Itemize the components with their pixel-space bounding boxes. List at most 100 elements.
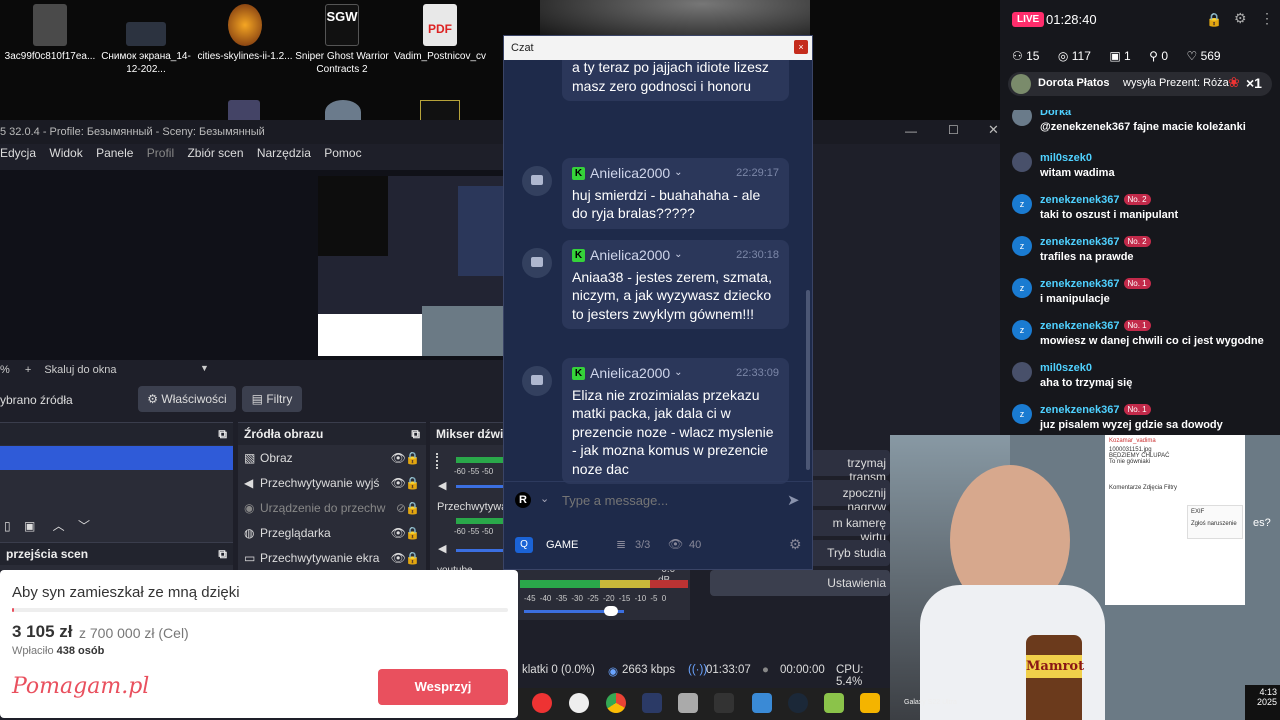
- chevron-down-icon[interactable]: ⌄: [674, 164, 682, 183]
- popout-icon[interactable]: ⧉: [411, 427, 420, 442]
- gift-count: ×1: [1246, 75, 1262, 91]
- up-arrow-icon[interactable]: ︿: [53, 519, 65, 533]
- message-user[interactable]: Anielica2000: [590, 364, 670, 383]
- speaker-icon[interactable]: ◀: [438, 542, 446, 555]
- source-item[interactable]: ◉ Urządzenie do przechw ⊘ 🔒: [238, 495, 426, 520]
- minimize-icon[interactable]: —: [905, 124, 917, 138]
- photos-icon[interactable]: [752, 693, 772, 713]
- source-item[interactable]: ▭ Przechwytywanie ekra 👁 🔒: [238, 545, 426, 570]
- chevron-down-icon[interactable]: ⌄: [674, 246, 682, 265]
- gear-icon[interactable]: ⚙: [1234, 10, 1247, 27]
- obs-preview[interactable]: [0, 170, 505, 360]
- properties-button[interactable]: ⚙ Właściwości: [138, 386, 236, 412]
- source-item[interactable]: ◍ Przeglądarka 👁 🔒: [238, 520, 426, 545]
- lock-icon[interactable]: 🔒: [405, 451, 420, 465]
- lock-icon[interactable]: 🔒: [1206, 12, 1222, 28]
- studio-mode-button[interactable]: Tryb studia: [810, 540, 890, 566]
- app-icon[interactable]: [714, 693, 734, 713]
- desktop-icon-sgw[interactable]: SGW Sniper Ghost Warrior Contracts 2: [292, 4, 392, 76]
- desktop-icon-pdf[interactable]: PDF Vadim_Postnicov_cv: [390, 4, 490, 63]
- source-item[interactable]: ▧ Obraz 👁 🔒: [238, 445, 426, 470]
- lock-icon[interactable]: 🔒: [405, 501, 420, 515]
- donation-count: Wpłaciło 438 osób: [12, 645, 105, 657]
- close-icon[interactable]: ✕: [988, 122, 999, 138]
- scene-icon[interactable]: ▯: [4, 519, 11, 533]
- lock-icon[interactable]: 🔒: [405, 476, 420, 490]
- scene-filter-icon[interactable]: ▣: [24, 519, 35, 533]
- app-icon[interactable]: [678, 693, 698, 713]
- message-user[interactable]: Anielica2000: [590, 246, 670, 265]
- app-icon[interactable]: [642, 693, 662, 713]
- app-icon[interactable]: [532, 693, 552, 713]
- chevron-down-icon[interactable]: ▼: [200, 363, 209, 373]
- steam-icon[interactable]: [788, 693, 808, 713]
- comment-text: i manipulacje: [1040, 293, 1110, 305]
- avatar[interactable]: [522, 248, 552, 278]
- menu-widok[interactable]: Widok: [49, 146, 82, 160]
- gear-icon[interactable]: ⚙: [789, 536, 802, 553]
- taskbar-clock[interactable]: 4:13 2025: [1245, 685, 1280, 720]
- settings-button[interactable]: Ustawienia: [710, 570, 890, 596]
- menu-narzedzia[interactable]: Narzędzia: [257, 146, 311, 160]
- eye-icon: 👁: [668, 537, 684, 551]
- lock-icon[interactable]: 🔒: [405, 526, 420, 540]
- chat-input[interactable]: [562, 488, 772, 512]
- app-icon[interactable]: [569, 693, 589, 713]
- eye-icon[interactable]: 👁: [391, 526, 406, 540]
- eye-icon[interactable]: 👁: [391, 476, 406, 490]
- scene-item-selected[interactable]: [0, 446, 233, 470]
- scrollbar[interactable]: [806, 290, 810, 470]
- scenes-panel: ⧉ ▯ ▣ ︿ ﹀: [0, 422, 233, 542]
- avatar[interactable]: [522, 366, 552, 396]
- virtual-camera-button[interactable]: m kamerę wirtu: [810, 510, 890, 544]
- more-icon[interactable]: [436, 453, 440, 469]
- r-logo-icon[interactable]: R: [515, 492, 531, 508]
- popout-icon[interactable]: ⧉: [218, 547, 227, 562]
- support-button[interactable]: Wesprzyj: [378, 669, 508, 705]
- comment-item: z zenekzenek367 No. 1 i manipulacje: [1012, 278, 1276, 305]
- volume-slider-handle[interactable]: [604, 606, 618, 616]
- more-icon[interactable]: ⋮: [1260, 10, 1274, 27]
- camera-icon: ◉: [244, 501, 255, 515]
- eye-icon[interactable]: 👁: [391, 451, 406, 465]
- source-item[interactable]: ◀ Przechwytywanie wyjś 👁 🔒: [238, 470, 426, 495]
- comments-list[interactable]: Dorka @zenekzenek367 fajne macie koleżank…: [1000, 110, 1280, 435]
- chevron-down-icon[interactable]: ⌄: [540, 492, 549, 505]
- chrome-icon[interactable]: [606, 693, 626, 713]
- desktop-icon-cities[interactable]: cities-skylines-ii-1.2...: [195, 4, 295, 63]
- phone-menu: EXIF Zgłoś naruszenie: [1187, 505, 1243, 539]
- comment-body: zenekzenek367 No. 1 juz pisalem wyzej gdzi…: [1012, 404, 1276, 431]
- down-arrow-icon[interactable]: ﹀: [78, 519, 90, 533]
- close-button[interactable]: ×: [794, 40, 808, 54]
- send-icon[interactable]: ➤: [787, 491, 800, 509]
- eye-icon[interactable]: 👁: [391, 551, 406, 565]
- menu-zbior-scen[interactable]: Zbiór scen: [187, 146, 243, 160]
- menu-pomoc[interactable]: Pomoc: [324, 146, 361, 160]
- record-icon: ●: [762, 664, 769, 676]
- menu-profil[interactable]: Profil: [147, 146, 174, 160]
- app-icon[interactable]: [860, 693, 880, 713]
- menu-panele[interactable]: Panele: [96, 146, 133, 160]
- popout-icon[interactable]: ⧉: [218, 427, 227, 442]
- stop-stream-button[interactable]: trzymaj transm: [810, 450, 890, 484]
- desktop-icon-screenshot[interactable]: Снимок экрана_14-12-202...: [96, 4, 196, 76]
- plus-icon[interactable]: +: [25, 364, 31, 376]
- message-time: 22:30:18: [736, 249, 779, 261]
- speaker-icon[interactable]: ◀: [438, 479, 446, 492]
- message-user[interactable]: Anielica2000: [590, 164, 670, 183]
- start-recording-button[interactable]: zpocznij nagryw: [810, 480, 890, 514]
- pomagam-logo[interactable]: Pomagam.pl: [12, 674, 149, 699]
- chat-messages[interactable]: a ty teraz po jajjach idiote lizesz masz…: [504, 60, 812, 500]
- avatar[interactable]: [522, 166, 552, 196]
- watermark: Galaxy S22 Ultra: [904, 699, 957, 706]
- menu-edycja[interactable]: Edycja: [0, 146, 36, 160]
- status-bitrate: 2663 kbps: [622, 664, 676, 676]
- box-stat: ▣ 1: [1109, 49, 1131, 63]
- app-icon[interactable]: [824, 693, 844, 713]
- chevron-down-icon[interactable]: ⌄: [674, 364, 682, 383]
- zoom-select[interactable]: Skaluj do okna: [44, 364, 116, 376]
- maximize-icon[interactable]: ☐: [948, 123, 959, 137]
- filters-button[interactable]: ▤ Filtry: [242, 386, 302, 412]
- desktop-icon-file[interactable]: 3ac99f0c810f17ea...: [0, 4, 100, 63]
- lock-icon[interactable]: 🔒: [405, 551, 420, 565]
